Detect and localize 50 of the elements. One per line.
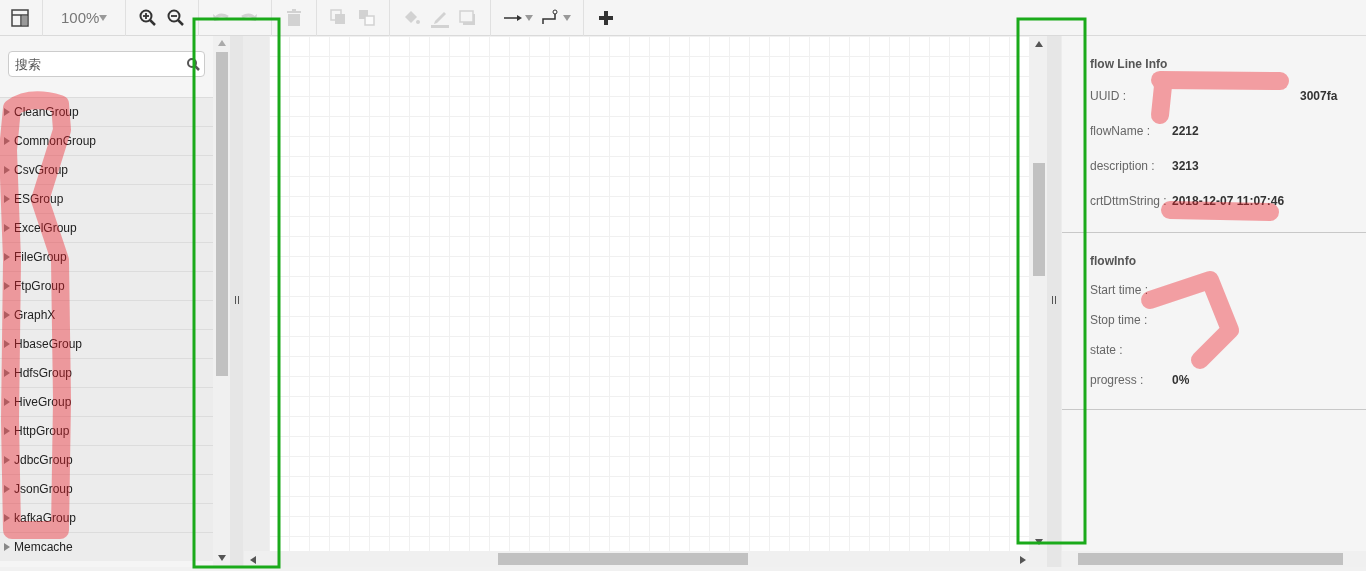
scroll-left-icon[interactable] bbox=[250, 556, 256, 564]
scroll-thumb[interactable] bbox=[498, 553, 748, 565]
palette-group[interactable]: kafkaGroup bbox=[0, 503, 213, 532]
palette-group[interactable]: JsonGroup bbox=[0, 474, 213, 503]
caret-icon bbox=[525, 14, 534, 21]
palette-group[interactable]: Memcache bbox=[0, 532, 213, 561]
search-field[interactable]: 搜索 bbox=[8, 51, 205, 77]
palette-group[interactable]: JdbcGroup bbox=[0, 445, 213, 474]
scroll-thumb[interactable] bbox=[1033, 163, 1045, 276]
caret-icon bbox=[99, 14, 108, 21]
section-title: flowInfo bbox=[1090, 253, 1137, 270]
palette-group[interactable]: FileGroup bbox=[0, 242, 213, 271]
palette-group[interactable]: ESGroup bbox=[0, 184, 213, 213]
scrollbar[interactable] bbox=[1062, 551, 1366, 567]
field-value: 0% bbox=[1172, 373, 1190, 387]
field-label: state : bbox=[1090, 343, 1124, 357]
palette-group[interactable]: HdfsGroup bbox=[0, 358, 213, 387]
field-value: 2018-12-07 11:07:46 bbox=[1172, 193, 1285, 208]
palette-group[interactable]: CommonGroup bbox=[0, 126, 213, 155]
palette-group[interactable]: HiveGroup bbox=[0, 387, 213, 416]
palette-group[interactable]: GraphX bbox=[0, 300, 213, 329]
scroll-down-icon[interactable] bbox=[218, 555, 226, 561]
field-value: 3213 bbox=[1172, 158, 1199, 173]
section-title: flow Line Info bbox=[1090, 56, 1169, 73]
field-label: crtDttmString : bbox=[1090, 193, 1168, 208]
scroll-down-icon[interactable] bbox=[1035, 539, 1043, 545]
field-label: flowName : bbox=[1090, 123, 1152, 138]
scroll-thumb[interactable] bbox=[1078, 553, 1343, 565]
field-value: 2212 bbox=[1172, 123, 1199, 138]
field-value: 3007fa bbox=[1300, 88, 1338, 103]
field-label: Start time : bbox=[1090, 283, 1149, 297]
arrow-icon bbox=[503, 13, 524, 22]
palette-group[interactable]: ExcelGroup bbox=[0, 213, 213, 242]
palette-group[interactable]: HbaseGroup bbox=[0, 329, 213, 358]
palette-group[interactable]: FtpGroup bbox=[0, 271, 213, 300]
field-label: description : bbox=[1090, 158, 1156, 173]
grip-icon[interactable] bbox=[235, 296, 239, 304]
palette-group[interactable]: CsvGroup bbox=[0, 155, 213, 184]
zoom-dropdown[interactable]: 100% bbox=[51, 0, 118, 36]
scroll-right-icon[interactable] bbox=[1020, 556, 1026, 564]
palette-group[interactable]: HttpGroup bbox=[0, 416, 213, 445]
palette-group[interactable]: CleanGroup bbox=[0, 97, 213, 126]
field-label: UUID : bbox=[1090, 88, 1127, 103]
scroll-thumb[interactable] bbox=[216, 52, 228, 376]
search-icon bbox=[186, 57, 200, 71]
field-label: progress : bbox=[1090, 373, 1145, 387]
caret-icon bbox=[563, 14, 572, 21]
field-label: Stop time : bbox=[1090, 313, 1149, 327]
scroll-up-icon[interactable] bbox=[1035, 41, 1043, 47]
grip-icon[interactable] bbox=[1052, 296, 1056, 304]
